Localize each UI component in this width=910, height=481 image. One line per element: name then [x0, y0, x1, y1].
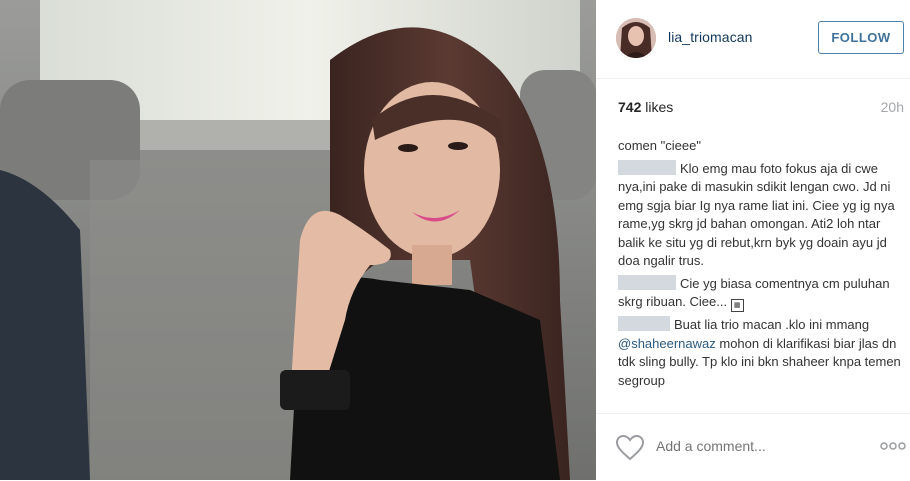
redacted-username [618, 316, 670, 331]
redacted-username [618, 159, 676, 175]
avatar-image [616, 18, 656, 58]
comment-item: comen "cieee" [618, 137, 902, 156]
avatar[interactable] [616, 18, 656, 58]
comment-item: Klo emg mau foto fokus aja di cwe nya,in… [618, 159, 902, 271]
ellipsis-icon[interactable] [878, 438, 908, 454]
username-link[interactable]: lia_triomacan [668, 29, 753, 45]
post-meta: 742 likes 20h [596, 78, 910, 128]
emoji-glyph: ▦ [730, 299, 744, 312]
likes-suffix: likes [641, 99, 674, 115]
redacted-username [618, 274, 676, 290]
heart-icon[interactable] [616, 435, 644, 461]
post-footer [596, 413, 910, 481]
mention-link[interactable]: @shaheernawaz [618, 336, 716, 351]
likes-count[interactable]: 742 likes [618, 99, 673, 115]
comment-text: comen "cieee" [618, 138, 701, 153]
comments-list: comen "cieee" Klo emg mau foto fokus aja… [618, 137, 902, 394]
comment-item: Buat lia trio macan .klo ini mmang @shah… [618, 316, 902, 390]
add-comment-input[interactable] [656, 438, 856, 454]
comment-text: Buat lia trio macan .klo ini mmang [674, 317, 870, 332]
post-timestamp[interactable]: 20h [881, 99, 904, 115]
comment-item: Cie yg biasa comentnya cm puluhan skrg r… [618, 274, 902, 312]
likes-number: 742 [618, 99, 642, 115]
post-photo[interactable] [0, 0, 596, 480]
post-sidebar: lia_triomacan FOLLOW 742 likes 20h comen… [596, 0, 910, 480]
post-header: lia_triomacan FOLLOW [596, 0, 910, 79]
follow-button[interactable]: FOLLOW [818, 21, 904, 54]
comment-text: Klo emg mau foto fokus aja di cwe nya,in… [618, 160, 895, 269]
post-image [0, 0, 596, 480]
